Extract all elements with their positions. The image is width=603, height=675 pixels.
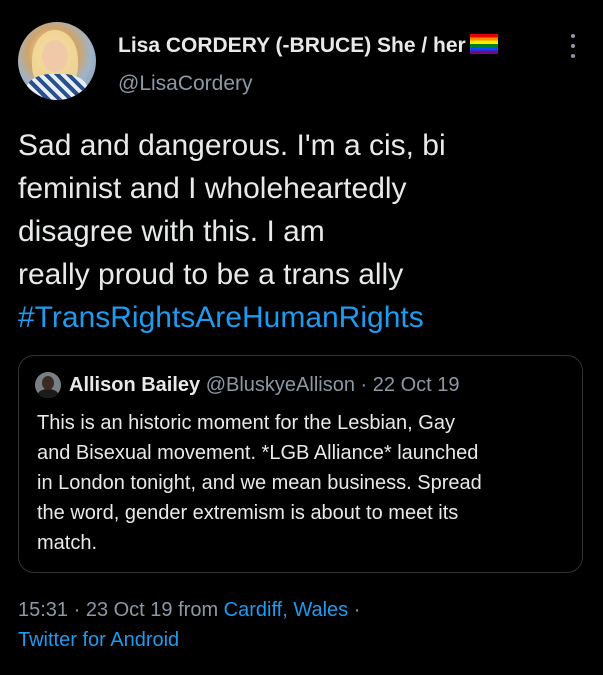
quoted-tweet-text: This is an historic moment for the Lesbi… [37, 408, 577, 558]
more-options-icon[interactable] [566, 34, 580, 58]
quoted-separator: · [360, 374, 368, 396]
quoted-author-name: Allison Bailey [69, 374, 201, 396]
quoted-author-handle: @BluskyeAllison [205, 374, 355, 396]
tweet-text-line: disagree with this. I am [18, 215, 325, 248]
tweet-location-link[interactable]: Cardiff, Wales [224, 599, 348, 621]
tweet-text: Sad and dangerous. I'm a cis, bi feminis… [18, 124, 588, 339]
author-display-name[interactable]: Lisa CORDERY (-BRUCE) She / her [118, 34, 498, 58]
tweet-meta: 15:31 · 23 Oct 19 from Cardiff, Wales · … [18, 595, 588, 655]
tweet-timestamp[interactable]: 15:31 · 23 Oct 19 from [18, 599, 218, 621]
quoted-text-line: and Bisexual movement. *LGB Alliance* la… [37, 442, 479, 464]
author-avatar[interactable] [18, 22, 96, 100]
tweet-text-line: really proud to be a trans ally [18, 258, 404, 291]
quoted-text-line: the word, gender extremism is about to m… [37, 502, 459, 524]
tweet-text-line: feminist and I wholeheartedly [18, 172, 407, 205]
quoted-date: 22 Oct 19 [372, 374, 460, 396]
author-handle[interactable]: @LisaCordery [118, 72, 253, 96]
meta-separator: · [353, 599, 361, 621]
quoted-tweet[interactable]: Allison Bailey @BluskyeAllison · 22 Oct … [18, 355, 583, 573]
quoted-tweet-header: Allison Bailey @BluskyeAllison · 22 Oct … [69, 374, 459, 397]
rainbow-flag-icon [469, 34, 498, 54]
quoted-author-avatar [35, 372, 61, 398]
quoted-text-line: match. [37, 532, 98, 554]
quoted-text-line: This is an historic moment for the Lesbi… [37, 412, 455, 434]
tweet-source-link[interactable]: Twitter for Android [18, 625, 588, 655]
tweet-text-line: Sad and dangerous. I'm a cis, bi [18, 129, 446, 162]
quoted-text-line: in London tonight, and we mean business.… [37, 472, 482, 494]
hashtag-link[interactable]: #TransRightsAreHumanRights [18, 296, 588, 339]
author-display-name-text: Lisa CORDERY (-BRUCE) She / her [118, 34, 466, 57]
